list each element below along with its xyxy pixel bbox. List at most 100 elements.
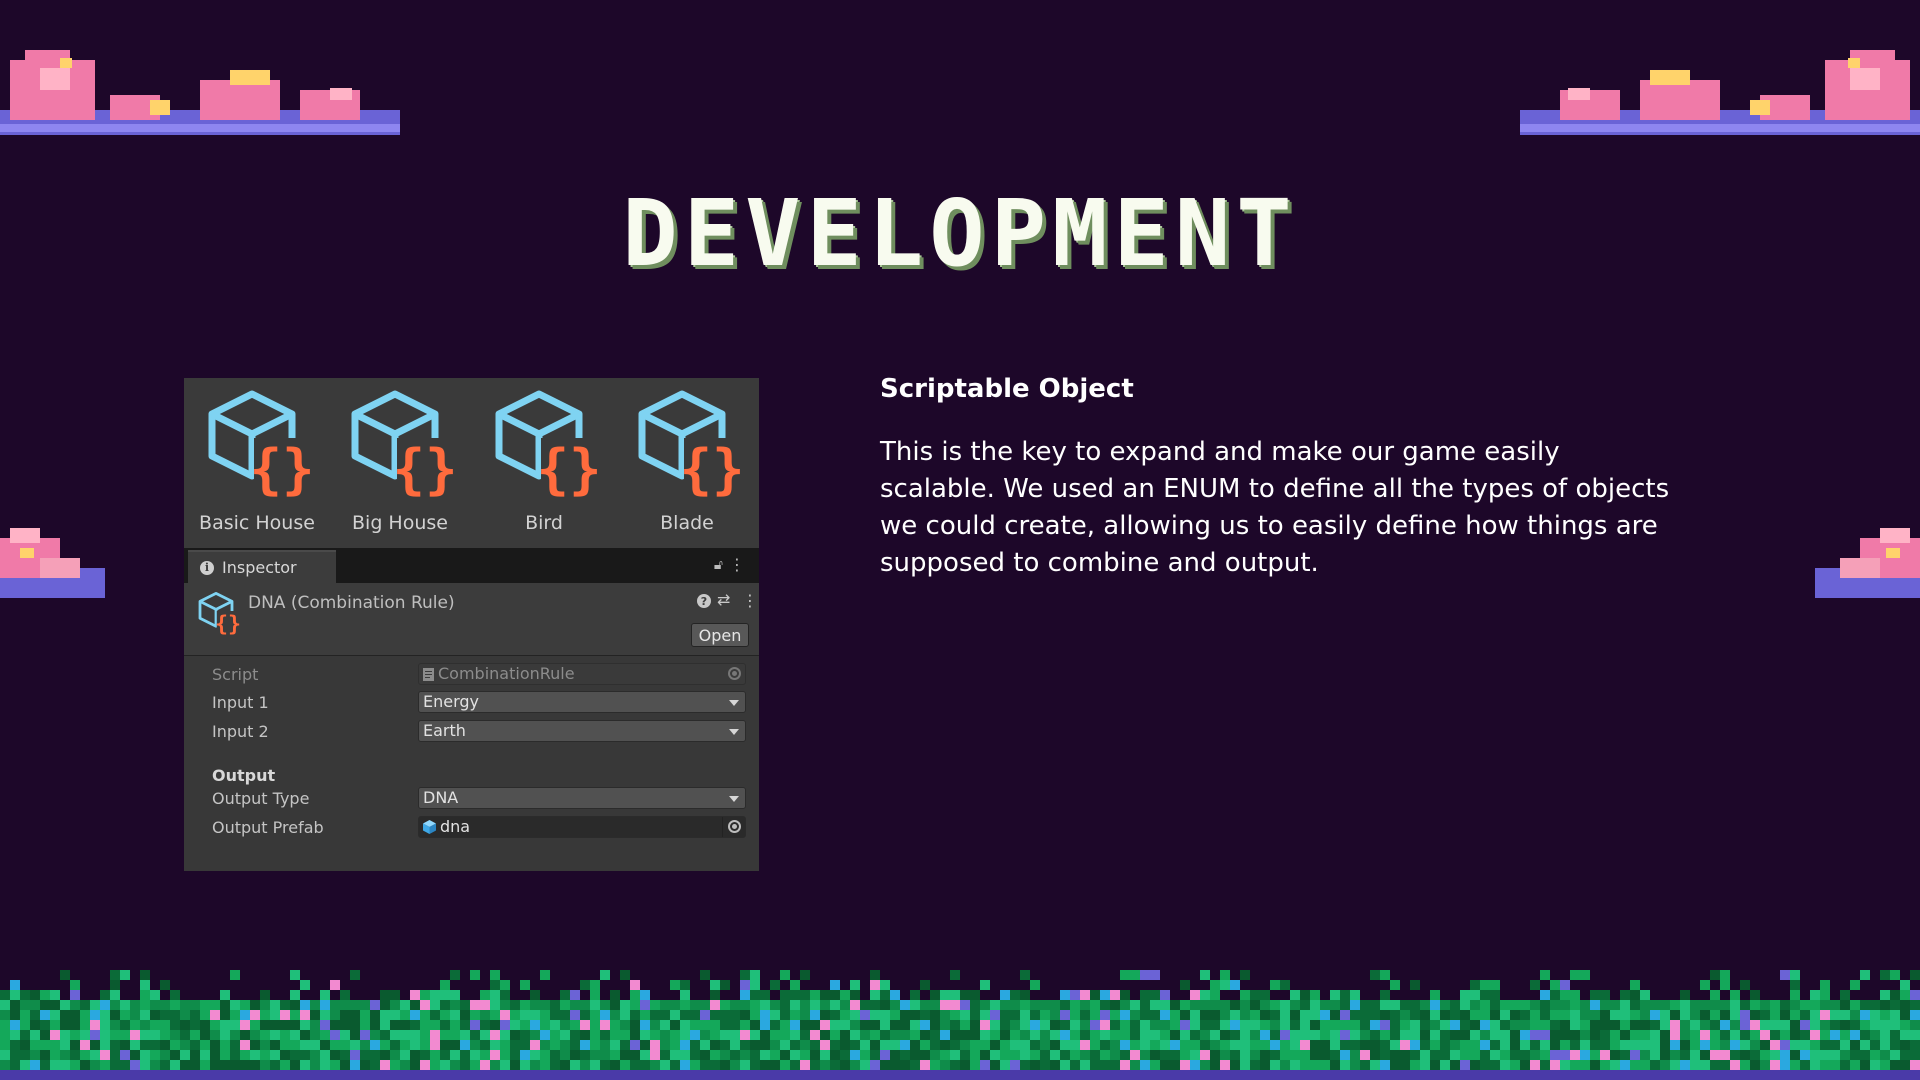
grass-pixel xyxy=(1810,1060,1820,1070)
grass-pixel xyxy=(850,1030,860,1040)
inspector-tab-bar: i Inspector 🔓︎ ⋮ xyxy=(184,548,759,583)
grass-pixel xyxy=(450,1050,460,1060)
grass-pixel xyxy=(250,1010,260,1020)
grass-pixel xyxy=(1390,1040,1400,1050)
asset-basic-house[interactable]: {} Basic House xyxy=(187,388,327,534)
grass-pixel xyxy=(340,1050,350,1060)
grass-pixel xyxy=(520,1030,530,1040)
grass-pixel xyxy=(1750,1060,1760,1070)
grass-pixel xyxy=(120,1040,130,1050)
grass-pixel xyxy=(790,1060,800,1070)
input1-dropdown[interactable]: Energy xyxy=(418,691,746,713)
grass-pixel xyxy=(1450,1060,1460,1070)
asset-blade[interactable]: {} Blade xyxy=(617,388,757,534)
grass-pixel xyxy=(820,1010,830,1020)
grass-pixel xyxy=(900,1040,910,1050)
help-icon[interactable]: ? xyxy=(697,594,711,608)
object-picker-icon[interactable] xyxy=(728,820,741,833)
grass-pixel xyxy=(880,980,890,990)
grass-pixel xyxy=(1480,1060,1490,1070)
grass-pixel xyxy=(470,970,480,980)
grass-pixel xyxy=(580,1040,590,1050)
grass-pixel xyxy=(230,1000,240,1010)
tab-label: Inspector xyxy=(222,558,297,577)
grass-pixel xyxy=(20,1020,30,1030)
grass-pixel xyxy=(1530,1030,1540,1040)
grass-pixel xyxy=(870,1040,880,1050)
grass-pixel xyxy=(380,1060,390,1070)
output-prefab-field[interactable]: dna xyxy=(418,816,746,838)
grass-pixel xyxy=(1040,1020,1050,1030)
pixel-cloud-mid-right xyxy=(1815,528,1920,598)
grass-pixel xyxy=(500,1030,510,1040)
grass-pixel xyxy=(30,990,40,1000)
grass-pixel xyxy=(480,990,490,1000)
grass-pixel xyxy=(1810,1020,1820,1030)
asset-big-house[interactable]: {} Big House xyxy=(330,388,470,534)
grass-pixel xyxy=(810,1000,820,1010)
grass-pixel xyxy=(1410,1040,1420,1050)
grass-pixel xyxy=(1240,990,1250,1000)
grass-pixel xyxy=(870,970,880,980)
grass-pixel xyxy=(1240,1050,1250,1060)
grass-pixel xyxy=(1740,1010,1750,1020)
grass-pixel xyxy=(1070,1030,1080,1040)
grass-pixel xyxy=(280,1020,290,1030)
grass-pixel xyxy=(1370,1000,1380,1010)
grass-pixel xyxy=(580,1010,590,1020)
grass-pixel xyxy=(530,1040,540,1050)
open-button[interactable]: Open xyxy=(691,623,749,647)
grass-pixel xyxy=(330,980,340,990)
grass-pixel xyxy=(870,1030,880,1040)
grass-pixel xyxy=(150,990,160,1000)
preset-sliders-icon[interactable]: ⇄ xyxy=(717,590,730,609)
grass-pixel xyxy=(290,1000,300,1010)
lock-icon[interactable]: 🔓︎ xyxy=(714,557,723,573)
grass-pixel xyxy=(1380,1010,1390,1020)
grass-pixel xyxy=(590,980,600,990)
grass-pixel xyxy=(1150,1010,1160,1020)
grass-pixel xyxy=(1200,970,1210,980)
grass-pixel xyxy=(240,1010,250,1020)
grass-pixel xyxy=(1870,1060,1880,1070)
grass-pixel xyxy=(360,1010,370,1020)
grass-pixel xyxy=(200,1050,210,1060)
grass-pixel xyxy=(1520,1000,1530,1010)
grass-pixel xyxy=(1070,1000,1080,1010)
grass-pixel xyxy=(530,990,540,1000)
grass-pixel xyxy=(30,1030,40,1040)
grass-pixel xyxy=(1370,1020,1380,1030)
grass-pixel xyxy=(400,1010,410,1020)
grass-pixel xyxy=(30,1020,40,1030)
kebab-menu-icon[interactable]: ⋮ xyxy=(742,591,758,610)
input2-dropdown[interactable]: Earth xyxy=(418,720,746,742)
grass-pixel xyxy=(200,1010,210,1020)
grass-pixel xyxy=(1590,1050,1600,1060)
grass-pixel xyxy=(920,1010,930,1020)
grass-pixel xyxy=(1230,1010,1240,1020)
grass-pixel xyxy=(120,1060,130,1070)
asset-bird[interactable]: {} Bird xyxy=(474,388,614,534)
grass-pixel xyxy=(160,1040,170,1050)
grass-pixel xyxy=(1450,1010,1460,1020)
grass-pixel xyxy=(520,1060,530,1070)
grass-pixel xyxy=(1150,1040,1160,1050)
grass-pixel xyxy=(1160,1010,1170,1020)
grass-pixel xyxy=(1810,990,1820,1000)
grass-pixel xyxy=(330,1060,340,1070)
grass-pixel xyxy=(700,970,710,980)
kebab-menu-icon[interactable]: ⋮ xyxy=(729,555,745,574)
grass-pixel xyxy=(1730,1060,1740,1070)
tab-inspector[interactable]: i Inspector xyxy=(188,550,336,583)
grass-pixel xyxy=(550,1040,560,1050)
object-picker-icon xyxy=(728,667,741,680)
grass-pixel xyxy=(840,990,850,1000)
grass-pixel xyxy=(1570,970,1580,980)
grass-pixel xyxy=(460,1040,470,1050)
output-type-dropdown[interactable]: DNA xyxy=(418,787,746,809)
grass-pixel xyxy=(470,1000,480,1010)
grass-pixel xyxy=(1340,1060,1350,1070)
grass-pixel xyxy=(1880,1000,1890,1010)
grass-pixel xyxy=(300,980,310,990)
grass-pixel xyxy=(540,1030,550,1040)
